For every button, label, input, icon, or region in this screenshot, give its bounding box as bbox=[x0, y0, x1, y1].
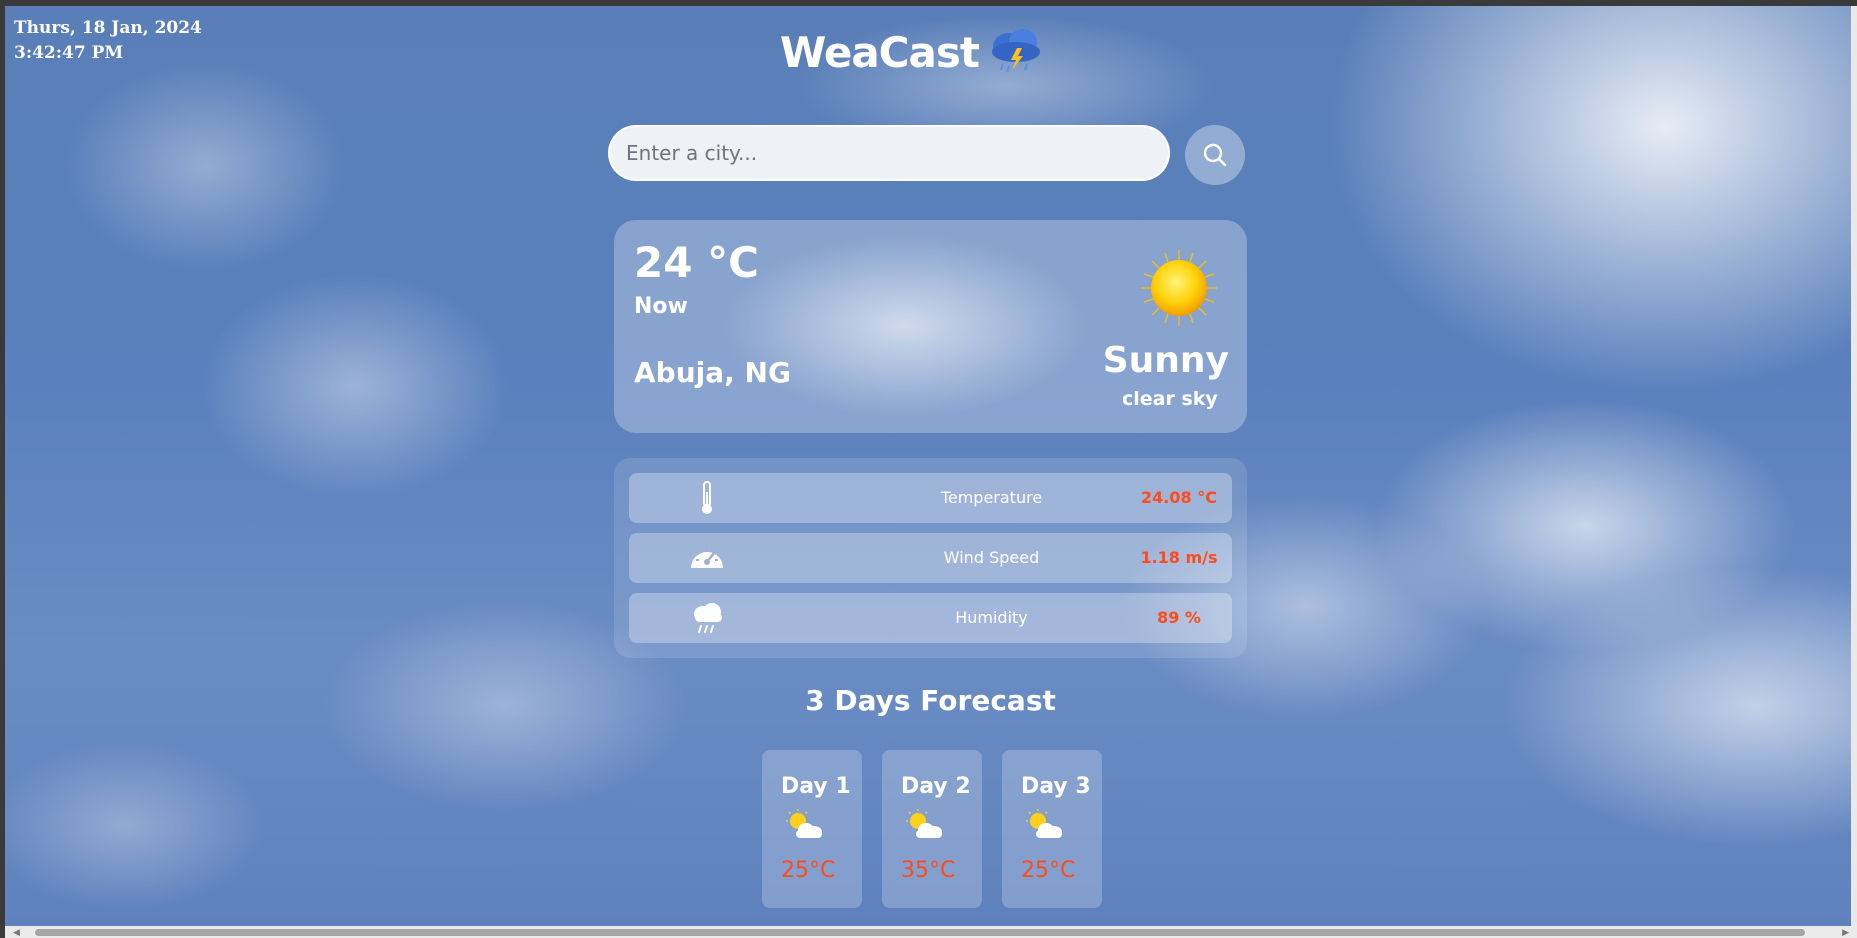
detail-row-humidity: Humidity 89 % bbox=[629, 593, 1232, 643]
forecast-temp: 35°C bbox=[901, 858, 956, 883]
thermometer-icon bbox=[702, 481, 712, 514]
detail-value: 1.18 m/s bbox=[1140, 548, 1218, 567]
forecast-list: Day 1 25°C Day 2 35°C Day 3 25°C bbox=[762, 750, 1122, 908]
forecast-day: Day 2 bbox=[901, 774, 971, 799]
search-button[interactable] bbox=[1185, 125, 1245, 185]
forecast-title: 3 Days Forecast bbox=[805, 684, 1056, 717]
current-location: Abuja, NG bbox=[634, 356, 791, 389]
forecast-day: Day 1 bbox=[781, 774, 851, 799]
gauge-icon bbox=[691, 547, 723, 568]
current-description: clear sky bbox=[1122, 388, 1218, 410]
detail-value: 89 % bbox=[1157, 608, 1201, 627]
app-logo: WeaCast bbox=[780, 20, 1047, 84]
forecast-temp: 25°C bbox=[1021, 858, 1076, 883]
forecast-card-day-1: Day 1 25°C bbox=[762, 750, 862, 908]
app-background: Thurs, 18 Jan, 2024 3:42:47 PM WeaCast 2… bbox=[5, 6, 1851, 926]
scroll-right-arrow-icon[interactable]: ▶ bbox=[1842, 928, 1849, 938]
app-title: WeaCast bbox=[780, 27, 980, 77]
scroll-left-arrow-icon[interactable]: ◀ bbox=[13, 928, 20, 938]
forecast-card-day-3: Day 3 25°C bbox=[1002, 750, 1102, 908]
time-text: 3:42:47 PM bbox=[14, 43, 124, 63]
horizontal-scrollbar-thumb[interactable] bbox=[35, 929, 1805, 936]
forecast-temp: 25°C bbox=[781, 858, 836, 883]
horizontal-scrollbar[interactable]: ◀ ▶ bbox=[5, 926, 1857, 938]
partly-cloudy-icon bbox=[906, 809, 942, 838]
date-text: Thurs, 18 Jan, 2024 bbox=[14, 18, 202, 38]
current-time-label: Now bbox=[634, 294, 688, 319]
current-condition: Sunny bbox=[1102, 340, 1229, 381]
detail-label: Humidity bbox=[955, 608, 1028, 627]
detail-row-wind-speed: Wind Speed 1.18 m/s bbox=[629, 533, 1232, 583]
rain-cloud-icon bbox=[694, 603, 722, 633]
partly-cloudy-icon bbox=[1026, 809, 1062, 838]
vertical-scrollbar[interactable] bbox=[1851, 6, 1857, 926]
detail-label: Wind Speed bbox=[943, 548, 1040, 567]
storm-cloud-icon bbox=[991, 29, 1040, 73]
current-temperature: 24 °C bbox=[634, 238, 759, 287]
current-weather-card: 24 °C Now Abuja, NG Sunny clear sky bbox=[614, 220, 1247, 433]
city-search-input[interactable] bbox=[608, 125, 1170, 181]
forecast-day: Day 3 bbox=[1021, 774, 1091, 799]
detail-value: 24.08 °C bbox=[1141, 488, 1217, 507]
detail-label: Temperature bbox=[940, 488, 1043, 507]
search-icon bbox=[1203, 143, 1227, 167]
weather-details-panel: Temperature 24.08 °C Wind Speed 1.18 m/s bbox=[614, 458, 1247, 658]
sun-icon bbox=[1141, 250, 1217, 326]
detail-row-temperature: Temperature 24.08 °C bbox=[629, 473, 1232, 523]
partly-cloudy-icon bbox=[786, 809, 822, 838]
forecast-card-day-2: Day 2 35°C bbox=[882, 750, 982, 908]
date-time-display: Thurs, 18 Jan, 2024 3:42:47 PM bbox=[14, 16, 202, 66]
